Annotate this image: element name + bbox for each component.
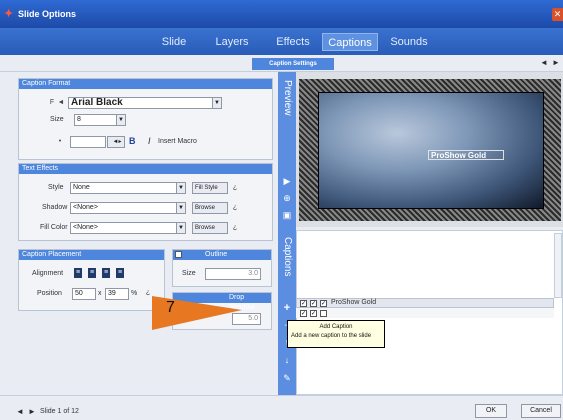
slide-options-dialog: ✦ Slide Options ✕ Slide Layers Effects C… bbox=[0, 0, 563, 420]
callout-arrow bbox=[152, 296, 242, 330]
ok-button[interactable]: OK bbox=[475, 404, 507, 418]
prev-slide-icon[interactable]: ◄ bbox=[16, 407, 24, 417]
next-slide-icon[interactable]: ► bbox=[28, 407, 36, 417]
cancel-button[interactable]: Cancel bbox=[521, 404, 561, 418]
callout-number: 7 bbox=[166, 299, 175, 316]
footer-bar: ◄ ► Slide 1 of 12 OK Cancel bbox=[0, 395, 563, 420]
slide-info: Slide 1 of 12 bbox=[40, 408, 79, 415]
